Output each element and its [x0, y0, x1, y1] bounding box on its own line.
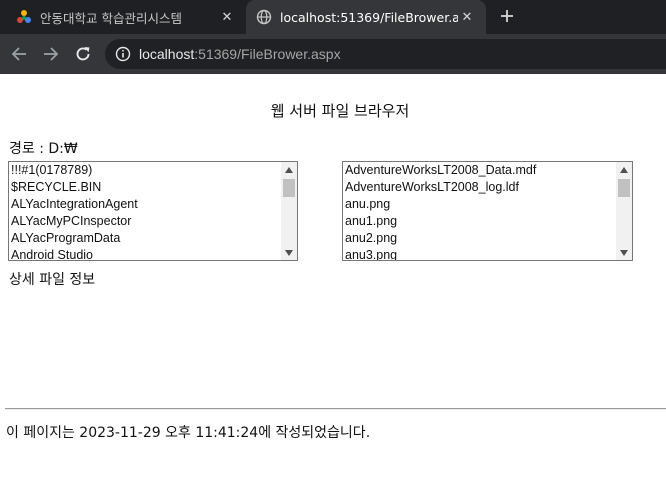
new-tab-plus-icon[interactable] [495, 4, 519, 28]
list-item[interactable]: ALYacProgramData [11, 230, 281, 247]
folder-list: !!!#1(0178789) $RECYCLE.BIN ALYacIntegra… [11, 162, 281, 260]
close-icon[interactable]: ✕ [218, 8, 236, 26]
list-item[interactable]: AdventureWorksLT2008_Data.mdf [345, 162, 616, 179]
scroll-down-arrow-icon[interactable] [281, 245, 297, 260]
list-item[interactable]: $RECYCLE.BIN [11, 179, 281, 196]
forward-arrow-icon[interactable] [39, 42, 63, 66]
divider [5, 408, 666, 410]
tab-title: localhost:51369/FileBrower.aspx [280, 9, 458, 25]
file-list: AdventureWorksLT2008_Data.mdf AdventureW… [345, 162, 616, 260]
scrollbar[interactable] [281, 162, 297, 260]
folder-listbox[interactable]: !!!#1(0178789) $RECYCLE.BIN ALYacIntegra… [8, 161, 298, 261]
reload-icon[interactable] [71, 42, 95, 66]
tab-filebrowser[interactable]: localhost:51369/FileBrower.aspx ✕ [246, 0, 486, 34]
scroll-thumb[interactable] [283, 179, 295, 197]
info-icon[interactable] [115, 46, 131, 62]
globe-icon [256, 9, 272, 25]
path-label: 경로 : D:₩ [9, 141, 78, 157]
tab-strip: 안동대학교 학습관리시스템 ✕ localhost:51369/FileBrow… [0, 0, 666, 34]
scrollbar[interactable] [616, 162, 632, 260]
scroll-down-arrow-icon[interactable] [616, 245, 632, 260]
page-content: 웹 서버 파일 브라우저 경로 : D:₩ !!!#1(0178789) $RE… [0, 74, 666, 486]
browser-toolbar: localhost:51369/FileBrower.aspx [0, 34, 666, 74]
address-bar[interactable]: localhost:51369/FileBrower.aspx [105, 39, 666, 69]
list-item[interactable]: ALYacIntegrationAgent [11, 196, 281, 213]
list-item[interactable]: Android Studio [11, 247, 281, 260]
url-path: :51369/FileBrower.aspx [194, 46, 341, 62]
close-icon[interactable]: ✕ [458, 8, 476, 26]
generated-timestamp: 이 페이지는 2023-11-29 오후 11:41:24에 작성되었습니다. [6, 425, 371, 441]
colorful-logo-icon [16, 9, 32, 25]
list-item[interactable]: anu3.png [345, 247, 616, 260]
file-detail-label: 상세 파일 정보 [9, 272, 96, 288]
tab-lms[interactable]: 안동대학교 학습관리시스템 ✕ [0, 0, 246, 34]
url-text[interactable]: localhost:51369/FileBrower.aspx [139, 46, 341, 62]
url-host: localhost [139, 46, 195, 62]
scroll-up-arrow-icon[interactable] [616, 162, 632, 177]
list-item[interactable]: anu1.png [345, 213, 616, 230]
scroll-thumb[interactable] [618, 179, 630, 197]
list-item[interactable]: ALYacMyPCInspector [11, 213, 281, 230]
file-listbox[interactable]: AdventureWorksLT2008_Data.mdf AdventureW… [342, 161, 633, 261]
back-arrow-icon[interactable] [7, 42, 31, 66]
list-item[interactable]: anu.png [345, 196, 616, 213]
page-title: 웹 서버 파일 브라우저 [270, 102, 410, 120]
list-item[interactable]: !!!#1(0178789) [11, 162, 281, 179]
list-item[interactable]: anu2.png [345, 230, 616, 247]
tab-title: 안동대학교 학습관리시스템 [40, 10, 182, 26]
scroll-up-arrow-icon[interactable] [281, 162, 297, 177]
list-item[interactable]: AdventureWorksLT2008_log.ldf [345, 179, 616, 196]
